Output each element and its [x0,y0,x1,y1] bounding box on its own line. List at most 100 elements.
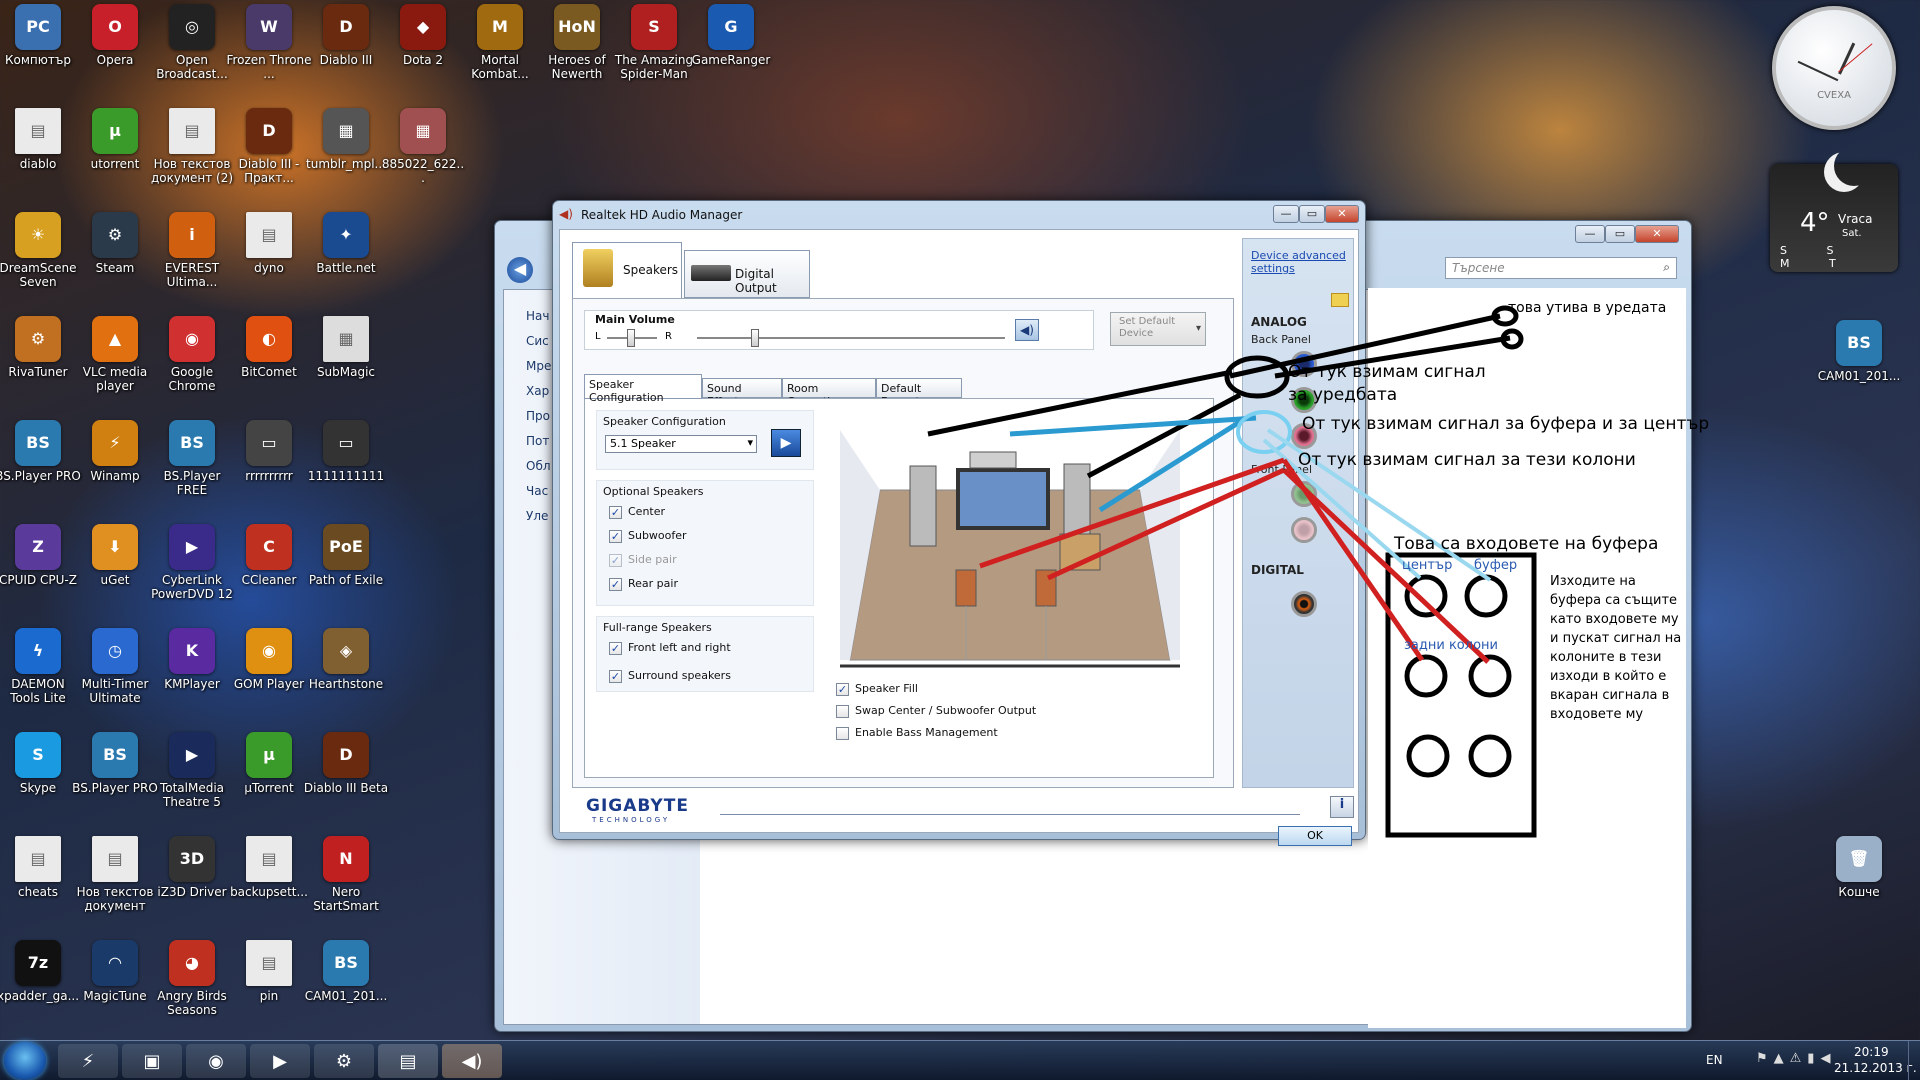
center-checkbox[interactable]: ✓ Center [609,505,665,519]
back-arrow-icon[interactable]: ◀ [507,257,533,283]
desktop-icon-45[interactable]: D Diablo III Beta [301,728,391,828]
front-lr-checkbox[interactable]: ✓ Front left and right [609,641,731,655]
rear-pair-checkbox[interactable]: ✓ Rear pair [609,577,678,591]
surround-checkbox[interactable]: ✓ Surround speakers [609,669,731,683]
front-jack-green[interactable] [1291,481,1317,507]
desktop-icon-15[interactable]: ▦ 885022_622... [378,104,468,204]
annotation-2b: за уредбата [1288,385,1398,405]
show-desktop-button[interactable] [1908,1041,1920,1080]
desktop-icon-35[interactable]: PoE Path of Exile [301,520,391,620]
app-icon: ◈ [323,628,369,674]
desktop-icon-25[interactable]: ▦ SubMagic [301,312,391,412]
swap-checkbox[interactable]: Swap Center / Subwoofer Output [836,704,1036,718]
rt-maximize-button[interactable]: ▭ [1299,205,1325,223]
folder-icon[interactable] [1331,293,1349,307]
app-icon: ▲ [92,316,138,362]
main-volume-box: Main Volume L R ◀) [584,310,1094,350]
back-panel-label: Back Panel [1251,333,1311,346]
start-button[interactable] [4,1042,46,1080]
tv [956,468,1050,530]
clock-minute-hand [1797,60,1839,82]
app-icon: BS [169,420,215,466]
rt-minimize-button[interactable]: — [1273,205,1299,223]
clock-gadget[interactable]: CVEXA [1772,6,1896,130]
clock-date[interactable]: 21.12.2013 г. [1834,1061,1917,1075]
desktop-icon-label: CAM01_201... [1817,369,1901,383]
taskbar-control-panel[interactable]: ▤ [378,1044,438,1078]
subtab-3[interactable]: Default Format [876,378,962,408]
app-icon: ☀ [15,212,61,258]
clock-time[interactable]: 20:19 [1854,1045,1889,1059]
tab-speakers[interactable]: Speakers [572,242,682,298]
app-icon: Z [15,524,61,570]
info-icon[interactable]: i [1330,796,1354,818]
speaker-config-select[interactable]: 5.1 Speaker ▾ [605,435,757,453]
subwoofer-checkbox[interactable]: ✓ Subwoofer [609,529,687,543]
front-jack-pink[interactable] [1291,517,1317,543]
app-icon: µ [246,732,292,778]
desktop-right-icon-1[interactable]: 🗑 Кошче [1814,832,1904,932]
app-icon: BS [15,420,61,466]
app-icon: PoE [323,524,369,570]
set-default-device-button[interactable]: Set Default Device ▾ [1110,312,1206,346]
language-indicator[interactable]: EN [1706,1053,1723,1067]
device-advanced-link[interactable]: Device advanced settings [1251,249,1347,275]
play-test-button[interactable]: ▶ [771,429,801,457]
speaker-fill-checkbox[interactable]: ✓ Speaker Fill [836,682,918,696]
app-icon: ▤ [15,836,61,882]
check-icon: ✓ [609,553,622,567]
speaker-icon: ◀) [559,207,573,221]
minimize-button[interactable]: — [1575,225,1605,243]
analog-label: ANALOG [1251,315,1307,329]
volume-thumb[interactable] [751,329,759,347]
weather-city: Vraca [1838,212,1873,226]
desktop-icon-9[interactable]: G GameRanger [686,0,776,100]
speaker-config-value: 5.1 Speaker [610,437,676,450]
desktop-icon-20[interactable]: ✦ Battle.net [301,208,391,308]
taskbar-realtek[interactable]: ◀) [442,1044,502,1078]
taskbar-steam[interactable]: ⚙ [314,1044,374,1078]
tray-icons[interactable]: ⚑▲⚠▮◀ [1756,1051,1836,1066]
tab-digital-output[interactable]: Digital Output [684,250,810,298]
subtab-1[interactable]: Sound Effects [702,378,782,408]
close-button[interactable]: ✕ [1635,225,1679,243]
maximize-button[interactable]: ▭ [1605,225,1635,243]
taskbar-bsplayer[interactable]: ▶ [250,1044,310,1078]
subtab-2[interactable]: Room Correction [782,378,876,408]
desktop-icon-30[interactable]: ▭ 1111111111 [301,416,391,516]
desktop-icon-label: GameRanger [691,53,771,67]
desktop-icon-55[interactable]: BS CAM01_201... [301,936,391,1036]
volume-slider[interactable] [697,329,1005,347]
balance-thumb[interactable] [627,329,635,347]
taskbar-winamp[interactable]: ⚡ [58,1044,118,1078]
desktop-icon-40[interactable]: ◈ Hearthstone [301,624,391,724]
desktop-icon-label: SubMagic [316,365,376,379]
tab-speakers-label: Speakers [623,263,679,277]
check-icon: ✓ [609,577,622,591]
rt-close-button[interactable]: ✕ [1325,205,1359,223]
app-icon: ▤ [246,940,292,986]
search-input[interactable]: Търсене ⌕ [1445,257,1677,279]
taskbar-explorer[interactable]: ▣ [122,1044,182,1078]
ok-button[interactable]: OK [1278,826,1352,846]
app-icon: D [323,732,369,778]
app-icon: N [323,836,369,882]
taskbar-chrome[interactable]: ◉ [186,1044,246,1078]
speaker-room-illustration [840,430,1180,668]
digital-output-icon [691,265,731,281]
mute-speaker-icon[interactable]: ◀) [1015,319,1039,341]
balance-slider[interactable] [607,329,657,347]
app-icon: HoN [554,4,600,50]
realtek-window[interactable]: ◀) Realtek HD Audio Manager — ▭ ✕ Speake… [552,200,1366,846]
front-lr-label: Front left and right [628,641,731,654]
desktop-right-icon-0[interactable]: BS CAM01_201... [1814,316,1904,416]
desktop-icon-50[interactable]: N Nero StartSmart [301,832,391,932]
check-icon: ✓ [609,505,622,519]
jack-digital[interactable] [1291,591,1317,617]
weather-gadget[interactable]: 4° Vraca Sat. S S M T [1770,164,1898,272]
desktop-icon-label: Кошче [1838,885,1880,899]
app-icon: S [15,732,61,778]
bass-checkbox[interactable]: Enable Bass Management [836,726,998,740]
subtab-0[interactable]: Speaker Configuration [584,374,702,404]
app-icon: ▦ [323,108,369,154]
